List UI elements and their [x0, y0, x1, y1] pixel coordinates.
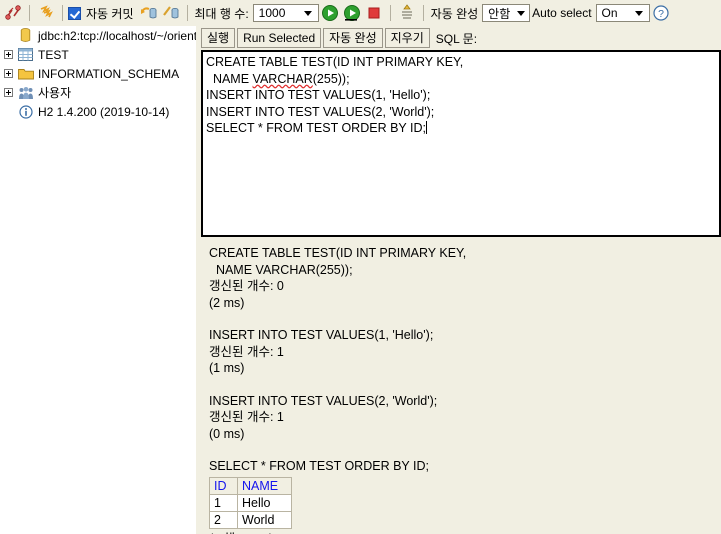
- auto-select-dropdown[interactable]: On: [595, 4, 650, 22]
- tree-item-label: 사용자: [38, 86, 72, 100]
- toolbar-separator: [186, 5, 188, 21]
- expand-toggle-icon[interactable]: [4, 69, 13, 78]
- sql-misspelled-token: VARCHAR: [252, 71, 313, 86]
- sql-editor-line: NAME VARCHAR(255));: [206, 71, 717, 88]
- rollback-icon[interactable]: [160, 2, 182, 24]
- sql-results-panel[interactable]: CREATE TABLE TEST(ID INT PRIMARY KEY, NA…: [201, 237, 721, 534]
- text-caret: [425, 121, 427, 134]
- autocomplete-value: 안함: [488, 6, 511, 21]
- sql-button-bar: 실행 Run Selected 자동 완성 지우기 SQL 문:: [201, 26, 721, 50]
- tree-item-label: jdbc:h2:tcp://localhost/~/oriental: [38, 28, 196, 43]
- tree-item-label: H2 1.4.200 (2019-10-14): [38, 104, 170, 119]
- main-toolbar: 자동 커밋 최대 행 수: 1000 자동 완성 안함 Auto select …: [0, 0, 721, 26]
- sql-line-prefix: NAME: [206, 71, 253, 86]
- database-tree-panel[interactable]: jdbc:h2:tcp://localhost/~/oriental TEST …: [0, 26, 196, 534]
- max-rows-value: 1000: [258, 6, 286, 20]
- tree-item-label: INFORMATION_SCHEMA: [38, 66, 180, 81]
- run-button[interactable]: 실행: [201, 28, 236, 48]
- result-block: CREATE TABLE TEST(ID INT PRIMARY KEY, NA…: [209, 245, 721, 311]
- tree-item-label: TEST: [38, 47, 69, 62]
- cell-id[interactable]: 2: [209, 510, 238, 529]
- commit-icon[interactable]: [138, 2, 160, 24]
- column-header-id[interactable]: ID: [209, 476, 238, 495]
- autocomplete-button[interactable]: 자동 완성: [323, 28, 383, 48]
- result-block: INSERT INTO TEST VALUES(1, 'Hello'); 갱신된…: [209, 327, 721, 377]
- chevron-down-icon: [517, 10, 526, 16]
- autocomplete-label: 자동 완성: [430, 6, 479, 21]
- sql-editor-line: INSERT INTO TEST VALUES(2, 'World');: [206, 104, 435, 119]
- cell-name[interactable]: World: [237, 510, 292, 529]
- result-block: INSERT INTO TEST VALUES(2, 'World'); 갱신된…: [209, 393, 721, 443]
- history-icon[interactable]: [396, 2, 418, 24]
- disconnect-icon[interactable]: [2, 2, 24, 24]
- result-line: 갱신된 개수: 1: [209, 410, 284, 424]
- autocomplete-dropdown[interactable]: 안함: [482, 4, 531, 22]
- auto-select-value: On: [601, 6, 618, 20]
- result-line: INSERT INTO TEST VALUES(1, 'Hello');: [209, 328, 434, 342]
- clear-button[interactable]: 지우기: [384, 28, 430, 48]
- help-icon[interactable]: ?: [650, 2, 672, 24]
- sql-editor-line: INSERT INTO TEST VALUES(1, 'Hello');: [206, 88, 431, 102]
- auto-commit-checkbox[interactable]: [68, 6, 81, 20]
- result-line: (0 ms): [209, 426, 245, 441]
- toolbar-separator: [62, 5, 63, 21]
- result-line: 갱신된 개수: 0: [209, 279, 284, 293]
- tree-item-test[interactable]: TEST: [0, 45, 196, 64]
- run-selected-button[interactable]: Run Selected: [237, 28, 322, 48]
- result-line: 갱신된 개수: 1: [209, 344, 284, 359]
- toolbar-separator: [29, 5, 30, 21]
- toolbar-separator: [389, 5, 391, 21]
- sql-editor-line-text: SELECT * FROM TEST ORDER BY ID;: [206, 121, 426, 135]
- table-row[interactable]: 2 World: [209, 510, 292, 529]
- cell-id[interactable]: 1: [209, 493, 238, 512]
- tree-item-connection[interactable]: jdbc:h2:tcp://localhost/~/oriental: [0, 26, 196, 45]
- result-line: CREATE TABLE TEST(ID INT PRIMARY KEY,: [209, 246, 467, 260]
- sql-line-suffix: (255));: [312, 71, 350, 86]
- folder-icon: [17, 66, 34, 82]
- cell-name[interactable]: Hello: [237, 493, 292, 512]
- result-line: (1 ms): [209, 361, 245, 375]
- max-rows-dropdown[interactable]: 1000: [252, 4, 319, 22]
- result-footer: (2 행, 1 ms): [209, 531, 721, 534]
- tree-item-information-schema[interactable]: INFORMATION_SCHEMA: [0, 64, 196, 83]
- result-line: INSERT INTO TEST VALUES(2, 'World');: [209, 393, 438, 408]
- sql-editor-line-with-caret: SELECT * FROM TEST ORDER BY ID;: [206, 120, 717, 137]
- sql-editor-textarea[interactable]: CREATE TABLE TEST(ID INT PRIMARY KEY, NA…: [201, 50, 721, 237]
- sql-workspace-panel: 실행 Run Selected 자동 완성 지우기 SQL 문: CREATE …: [201, 26, 721, 534]
- auto-commit-label: 자동 커밋: [86, 6, 134, 21]
- tree-item-version[interactable]: H2 1.4.200 (2019-10-14): [0, 102, 196, 121]
- info-icon: [17, 104, 34, 120]
- toolbar-separator: [422, 5, 424, 21]
- database-icon: [17, 28, 34, 44]
- table-icon: [17, 47, 34, 63]
- expand-toggle-icon[interactable]: [4, 50, 13, 59]
- sql-statement-label: SQL 문:: [435, 31, 478, 46]
- expand-toggle-icon[interactable]: [4, 88, 13, 97]
- tree-item-users[interactable]: 사용자: [0, 83, 196, 102]
- svg-text:?: ?: [658, 8, 664, 20]
- run-icon[interactable]: [319, 2, 341, 24]
- result-spacer: [209, 377, 721, 393]
- result-line: NAME VARCHAR(255));: [209, 262, 353, 277]
- result-spacer: [209, 311, 721, 327]
- sql-editor-line: CREATE TABLE TEST(ID INT PRIMARY KEY,: [206, 55, 464, 69]
- result-select-statement: SELECT * FROM TEST ORDER BY ID;: [209, 459, 429, 473]
- auto-select-label: Auto select: [532, 6, 592, 20]
- run-selected-icon[interactable]: [341, 2, 363, 24]
- users-icon: [17, 85, 34, 101]
- stop-icon[interactable]: [363, 2, 385, 24]
- max-rows-label: 최대 행 수:: [194, 6, 249, 21]
- result-spacer: [209, 442, 721, 458]
- result-table[interactable]: ID NAME 1 Hello 2 World: [209, 476, 292, 529]
- chevron-down-icon: [303, 10, 312, 16]
- refresh-icon[interactable]: [35, 2, 57, 24]
- table-row[interactable]: 1 Hello: [209, 493, 292, 512]
- chevron-down-icon: [634, 10, 643, 16]
- table-header-row: ID NAME: [209, 476, 292, 495]
- column-header-name[interactable]: NAME: [237, 476, 292, 495]
- result-line: (2 ms): [209, 295, 245, 310]
